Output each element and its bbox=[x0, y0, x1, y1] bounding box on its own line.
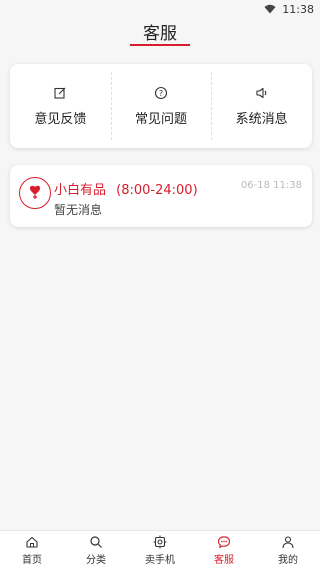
tab-customer-service[interactable]: 客服 bbox=[192, 531, 256, 569]
question-circle-icon: ? bbox=[154, 86, 168, 99]
system-message-label: 系统消息 bbox=[235, 111, 288, 127]
feedback-entry[interactable]: 意见反馈 bbox=[10, 64, 111, 148]
home-icon bbox=[26, 536, 38, 548]
tab-home-label: 首页 bbox=[22, 554, 42, 566]
shop-name: 小白有品 bbox=[54, 183, 107, 198]
service-entries-card: 意见反馈 ? 常见问题 系统消息 bbox=[10, 64, 312, 148]
tab-sell-phone[interactable]: 卖手机 bbox=[128, 531, 192, 569]
conversation-item[interactable]: 小白有品 (8:00-24:00) 06-18 11:38 暂无消息 bbox=[10, 165, 312, 227]
service-hours: (8:00-24:00) bbox=[116, 183, 198, 198]
faq-label: 常见问题 bbox=[135, 111, 188, 127]
conversation-preview: 暂无消息 bbox=[54, 203, 103, 217]
tab-sell-phone-label: 卖手机 bbox=[145, 554, 175, 566]
speaker-icon bbox=[256, 87, 266, 98]
status-bar: 11:38 bbox=[0, 0, 320, 18]
feedback-label: 意见反馈 bbox=[34, 111, 87, 127]
avatar bbox=[19, 177, 51, 209]
wifi-icon bbox=[264, 4, 276, 14]
tab-mine-label: 我的 bbox=[278, 554, 298, 566]
brand-logo-icon bbox=[29, 185, 41, 199]
conversation-time: 06-18 11:38 bbox=[240, 180, 302, 191]
phone-sell-icon bbox=[153, 535, 167, 548]
tab-mine[interactable]: 我的 bbox=[256, 531, 320, 569]
bottom-tab-bar: 首页 分类 卖手机 客服 我的 bbox=[0, 530, 320, 569]
status-time: 11:38 bbox=[282, 2, 314, 16]
tab-category-label: 分类 bbox=[86, 554, 106, 566]
tab-category[interactable]: 分类 bbox=[64, 531, 128, 569]
edit-icon bbox=[54, 87, 66, 99]
title-underline bbox=[130, 44, 190, 46]
svg-text:?: ? bbox=[159, 89, 163, 98]
system-message-entry[interactable]: 系统消息 bbox=[211, 64, 312, 148]
conversation-name: 小白有品 (8:00-24:00) bbox=[54, 179, 198, 198]
faq-entry[interactable]: ? 常见问题 bbox=[110, 64, 212, 148]
chat-icon bbox=[217, 535, 231, 548]
user-icon bbox=[282, 535, 294, 548]
page-header: 客服 bbox=[0, 18, 320, 52]
search-icon bbox=[90, 535, 102, 548]
tab-home[interactable]: 首页 bbox=[0, 531, 64, 569]
tab-customer-service-label: 客服 bbox=[214, 554, 234, 566]
